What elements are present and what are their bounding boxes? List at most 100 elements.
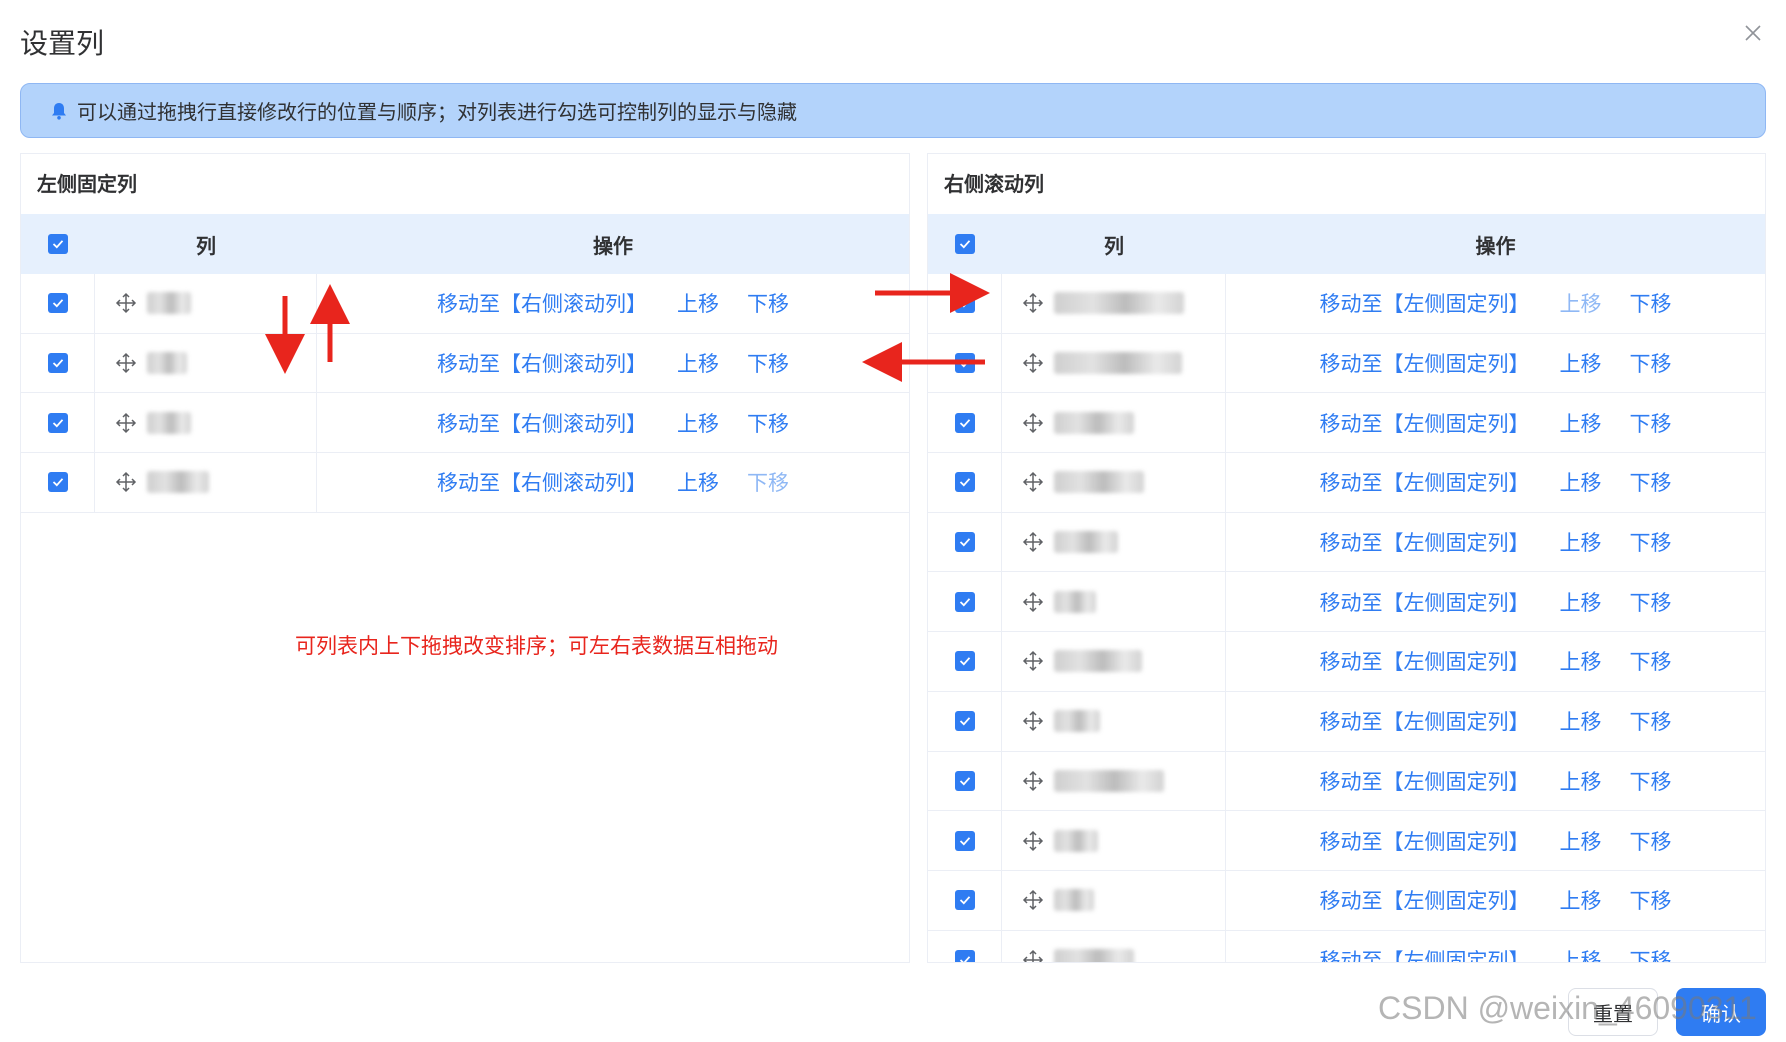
move-down-button[interactable]: 下移: [747, 408, 789, 438]
row-visible-checkbox[interactable]: [954, 353, 975, 374]
move-up-button[interactable]: 上移: [677, 408, 719, 438]
drag-handle-icon[interactable]: [115, 292, 137, 314]
move-up-button[interactable]: 上移: [1560, 408, 1602, 438]
move-down-button[interactable]: 下移: [1630, 885, 1672, 915]
table-row[interactable]: 移动至【左侧固定列】 上移 下移: [928, 393, 1765, 454]
row-visible-checkbox[interactable]: [954, 591, 975, 612]
move-down-button[interactable]: 下移: [1630, 826, 1672, 856]
move-up-button[interactable]: 上移: [1560, 288, 1602, 318]
drag-handle-icon[interactable]: [1022, 412, 1044, 434]
drag-handle-icon[interactable]: [1022, 352, 1044, 374]
move-down-button[interactable]: 下移: [1630, 706, 1672, 736]
move-up-button[interactable]: 上移: [1560, 587, 1602, 617]
move-to-other-table-button[interactable]: 移动至【左侧固定列】: [1320, 348, 1530, 378]
row-visible-checkbox[interactable]: [954, 412, 975, 433]
move-to-other-table-button[interactable]: 移动至【左侧固定列】: [1320, 646, 1530, 676]
move-down-button[interactable]: 下移: [747, 288, 789, 318]
table-row[interactable]: 移动至【左侧固定列】 上移 下移: [928, 870, 1765, 931]
move-to-other-table-button[interactable]: 移动至【左侧固定列】: [1320, 408, 1530, 438]
drag-handle-icon[interactable]: [1022, 889, 1044, 911]
move-to-other-table-button[interactable]: 移动至【左侧固定列】: [1320, 885, 1530, 915]
drag-handle-icon[interactable]: [1022, 292, 1044, 314]
table-row[interactable]: 移动至【左侧固定列】 上移 下移: [928, 453, 1765, 513]
row-visible-checkbox[interactable]: [954, 651, 975, 672]
move-to-other-table-button[interactable]: 移动至【左侧固定列】: [1320, 826, 1530, 856]
drag-handle-icon[interactable]: [1022, 591, 1044, 613]
table-row[interactable]: 移动至【左侧固定列】 上移 下移: [928, 811, 1765, 871]
move-down-button[interactable]: 下移: [1630, 587, 1672, 617]
move-up-button[interactable]: 上移: [1560, 945, 1602, 962]
move-to-other-table-button[interactable]: 移动至【左侧固定列】: [1320, 706, 1530, 736]
table-row[interactable]: 移动至【左侧固定列】 上移 下移: [928, 572, 1765, 633]
row-visible-checkbox[interactable]: [47, 412, 68, 433]
move-to-other-table-button[interactable]: 移动至【左侧固定列】: [1320, 288, 1530, 318]
move-up-button[interactable]: 上移: [1560, 348, 1602, 378]
move-to-other-table-button[interactable]: 移动至【右侧滚动列】: [437, 467, 647, 497]
move-up-button[interactable]: 上移: [677, 467, 719, 497]
move-down-button[interactable]: 下移: [1630, 646, 1672, 676]
row-visible-checkbox[interactable]: [954, 830, 975, 851]
drag-handle-icon[interactable]: [1022, 830, 1044, 852]
move-down-button[interactable]: 下移: [1630, 467, 1672, 497]
row-visible-checkbox[interactable]: [954, 949, 975, 962]
move-to-other-table-button[interactable]: 移动至【左侧固定列】: [1320, 467, 1530, 497]
table-row[interactable]: 移动至【右侧滚动列】 上移 下移: [21, 333, 909, 394]
move-down-button[interactable]: 下移: [1630, 766, 1672, 796]
move-up-button[interactable]: 上移: [677, 348, 719, 378]
move-down-button[interactable]: 下移: [747, 348, 789, 378]
row-visible-checkbox[interactable]: [47, 293, 68, 314]
move-down-button[interactable]: 下移: [1630, 348, 1672, 378]
table-row[interactable]: 移动至【左侧固定列】 上移 下移: [928, 751, 1765, 812]
table-row[interactable]: 移动至【左侧固定列】 上移 下移: [928, 930, 1765, 962]
drag-handle-icon[interactable]: [115, 471, 137, 493]
move-up-button[interactable]: 上移: [1560, 646, 1602, 676]
column-header-col: 列: [196, 233, 216, 258]
move-up-button[interactable]: 上移: [677, 288, 719, 318]
close-icon[interactable]: [1738, 18, 1768, 48]
move-up-button[interactable]: 上移: [1560, 885, 1602, 915]
move-up-button[interactable]: 上移: [1560, 467, 1602, 497]
table-row[interactable]: 移动至【右侧滚动列】 上移 下移: [21, 274, 909, 334]
move-to-other-table-button[interactable]: 移动至【右侧滚动列】: [437, 348, 647, 378]
table-row[interactable]: 移动至【右侧滚动列】 上移 下移: [21, 393, 909, 454]
move-to-other-table-button[interactable]: 移动至【左侧固定列】: [1320, 587, 1530, 617]
move-up-button[interactable]: 上移: [1560, 826, 1602, 856]
table-row[interactable]: 移动至【左侧固定列】 上移 下移: [928, 691, 1765, 752]
select-all-checkbox[interactable]: [955, 234, 975, 254]
table-row[interactable]: 移动至【右侧滚动列】 上移 下移: [21, 453, 909, 513]
table-row[interactable]: 移动至【左侧固定列】 上移 下移: [928, 274, 1765, 334]
row-visible-checkbox[interactable]: [954, 293, 975, 314]
move-up-button[interactable]: 上移: [1560, 527, 1602, 557]
drag-handle-icon[interactable]: [1022, 710, 1044, 732]
row-visible-checkbox[interactable]: [954, 711, 975, 732]
move-to-other-table-button[interactable]: 移动至【右侧滚动列】: [437, 408, 647, 438]
row-visible-checkbox[interactable]: [47, 353, 68, 374]
drag-handle-icon[interactable]: [115, 412, 137, 434]
move-to-other-table-button[interactable]: 移动至【右侧滚动列】: [437, 288, 647, 318]
table-row[interactable]: 移动至【左侧固定列】 上移 下移: [928, 632, 1765, 692]
select-all-checkbox[interactable]: [48, 234, 68, 254]
drag-handle-icon[interactable]: [1022, 471, 1044, 493]
row-visible-checkbox[interactable]: [47, 472, 68, 493]
drag-handle-icon[interactable]: [1022, 650, 1044, 672]
table-row[interactable]: 移动至【左侧固定列】 上移 下移: [928, 512, 1765, 573]
move-up-button[interactable]: 上移: [1560, 706, 1602, 736]
drag-handle-icon[interactable]: [1022, 949, 1044, 962]
drag-handle-icon[interactable]: [115, 352, 137, 374]
move-down-button[interactable]: 下移: [1630, 527, 1672, 557]
row-visible-checkbox[interactable]: [954, 532, 975, 553]
move-down-button[interactable]: 下移: [1630, 945, 1672, 962]
drag-handle-icon[interactable]: [1022, 770, 1044, 792]
move-down-button[interactable]: 下移: [1630, 408, 1672, 438]
move-to-other-table-button[interactable]: 移动至【左侧固定列】: [1320, 766, 1530, 796]
row-visible-checkbox[interactable]: [954, 890, 975, 911]
table-row[interactable]: 移动至【左侧固定列】 上移 下移: [928, 333, 1765, 394]
move-to-other-table-button[interactable]: 移动至【左侧固定列】: [1320, 527, 1530, 557]
move-down-button[interactable]: 下移: [747, 467, 789, 497]
row-visible-checkbox[interactable]: [954, 770, 975, 791]
move-down-button[interactable]: 下移: [1630, 288, 1672, 318]
move-to-other-table-button[interactable]: 移动至【左侧固定列】: [1320, 945, 1530, 962]
row-visible-checkbox[interactable]: [954, 472, 975, 493]
drag-handle-icon[interactable]: [1022, 531, 1044, 553]
move-up-button[interactable]: 上移: [1560, 766, 1602, 796]
